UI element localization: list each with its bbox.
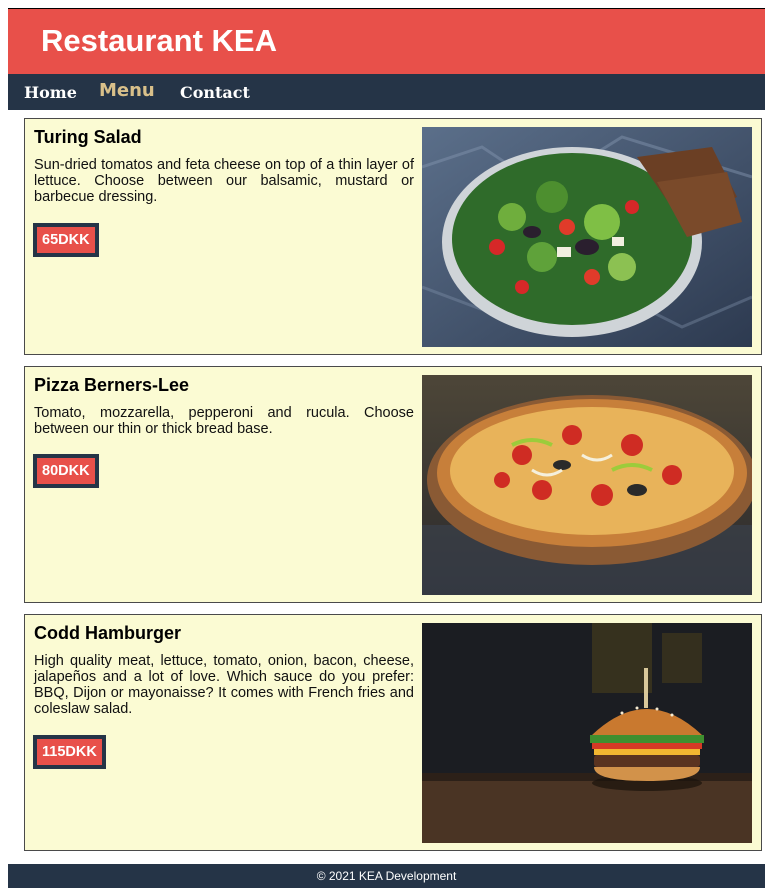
- price-badge: 115DKK: [33, 735, 106, 769]
- menu-content: Turing Salad Sun-dried tomatos and feta …: [8, 110, 765, 864]
- menu-item-card: Pizza Berners-Lee Tomato, mozzarella, pe…: [24, 366, 762, 603]
- nav-item-contact[interactable]: Contact: [180, 83, 250, 102]
- pizza-photo: [422, 375, 752, 595]
- page-frame: Restaurant KEA Home Menu Contact Turing …: [8, 8, 765, 888]
- menu-item-description: Sun-dried tomatos and feta cheese on top…: [34, 157, 414, 205]
- price-badge: 80DKK: [33, 454, 99, 488]
- menu-item-title: Codd Hamburger: [34, 623, 182, 643]
- menu-item-card: Turing Salad Sun-dried tomatos and feta …: [24, 118, 762, 355]
- burger-photo: [422, 623, 752, 843]
- menu-item-description: Tomato, mozzarella, pepperoni and rucula…: [34, 405, 414, 437]
- main-nav: Home Menu Contact: [8, 74, 765, 110]
- site-header: Restaurant KEA: [8, 8, 765, 74]
- site-footer: © 2021 KEA Development: [8, 864, 765, 888]
- nav-item-home[interactable]: Home: [24, 83, 77, 102]
- site-title: Restaurant KEA: [41, 23, 277, 58]
- nav-item-menu[interactable]: Menu: [99, 80, 155, 101]
- menu-item-title: Turing Salad: [34, 127, 142, 147]
- menu-item-card: Codd Hamburger High quality meat, lettuc…: [24, 614, 762, 851]
- menu-item-description: High quality meat, lettuce, tomato, onio…: [34, 653, 414, 717]
- menu-item-title: Pizza Berners-Lee: [34, 375, 190, 395]
- salad-photo: [422, 127, 752, 347]
- price-badge: 65DKK: [33, 223, 99, 257]
